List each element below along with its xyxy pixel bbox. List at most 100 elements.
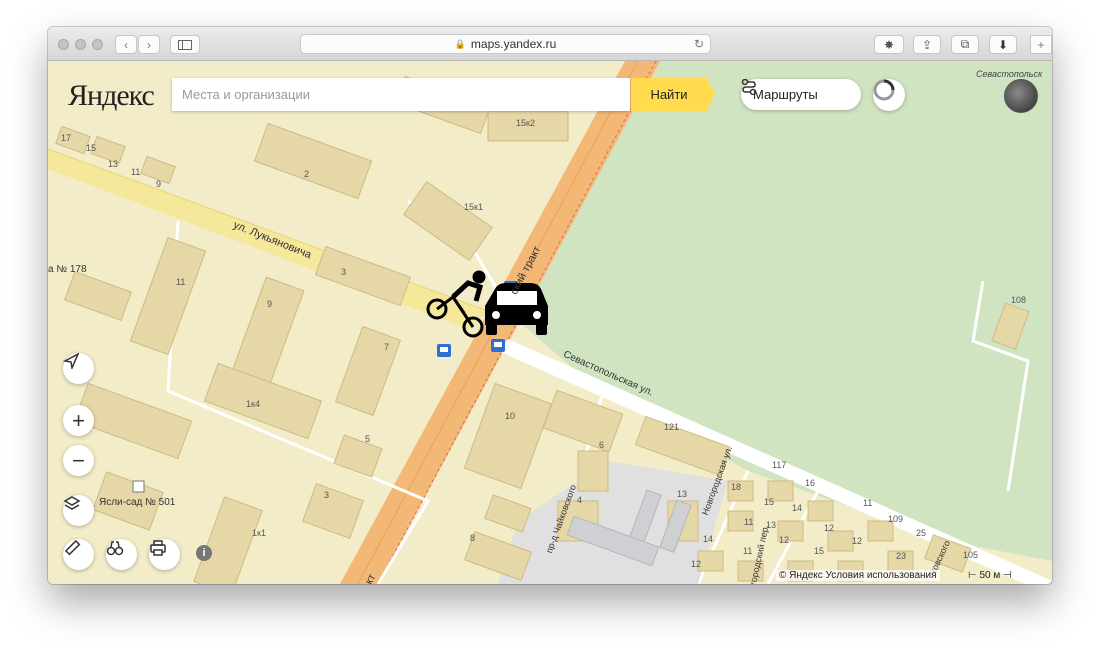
house-number: 15: [764, 497, 775, 507]
panorama-icon: [106, 541, 124, 556]
house-number: 14: [792, 503, 803, 513]
search-placeholder: Места и организации: [182, 87, 310, 102]
house-number: 15к2: [516, 118, 535, 128]
school-label: а № 178: [48, 264, 87, 275]
house-number: 108: [1011, 295, 1027, 305]
logo-text: Яндекс: [68, 79, 155, 112]
browser-window: ‹ › 🔒 maps.yandex.ru ↻ ✸ ⇪ ⧉ ⬇ + 17 15 1…: [48, 27, 1052, 584]
house-number: 11: [743, 546, 753, 556]
new-tab-button[interactable]: +: [1030, 35, 1052, 54]
house-number: 3: [324, 490, 330, 500]
close-window-button[interactable]: [58, 39, 69, 50]
house-number: 12: [852, 536, 863, 546]
house-number: 15к1: [464, 202, 483, 212]
tabs-icon: ⧉: [960, 37, 970, 51]
locate-button[interactable]: [63, 353, 94, 384]
zoom-out-button[interactable]: −: [63, 445, 94, 476]
routes-button[interactable]: Маршруты: [741, 79, 861, 110]
house-number: 117: [772, 460, 787, 470]
attribution[interactable]: © Яндекс Условия использования: [776, 570, 940, 581]
info-button[interactable]: i: [196, 545, 212, 561]
minimize-window-button[interactable]: [75, 39, 86, 50]
ruler-icon: [64, 539, 81, 556]
yandex-logo[interactable]: Яндекс: [68, 79, 155, 113]
street-label: Севастопольск: [976, 69, 1043, 79]
house-number: 12: [779, 535, 790, 545]
zoom-in-icon: +: [72, 407, 85, 433]
house-number: 105: [963, 550, 979, 560]
house-number: 1к4: [246, 399, 260, 409]
house-number: 9: [156, 179, 162, 189]
sidebar-icon: [178, 39, 192, 50]
find-button-label: Найти: [650, 87, 688, 102]
search-input[interactable]: Места и организации: [172, 78, 630, 111]
house-number: 121: [664, 422, 680, 432]
scale-bar: ⊢ 50 м ⊣: [968, 570, 1012, 581]
kindergarten-label: Ясли-сад № 501: [99, 497, 176, 508]
share-button[interactable]: ⇪: [913, 35, 941, 54]
find-button[interactable]: Найти: [631, 78, 715, 111]
bus-stop-icon[interactable]: [491, 339, 505, 352]
traffic-button[interactable]: [873, 79, 905, 111]
zoom-in-button[interactable]: +: [63, 405, 94, 436]
print-button[interactable]: [149, 539, 180, 570]
routes-label: Маршруты: [753, 87, 818, 102]
lock-icon: 🔒: [454, 38, 466, 49]
user-avatar[interactable]: [1004, 79, 1038, 113]
download-icon: ⬇: [997, 37, 1009, 52]
house-number: 5: [365, 434, 371, 444]
house-number: 15: [814, 546, 825, 556]
house-number: 18: [731, 482, 742, 492]
tabs-button[interactable]: ⧉: [951, 35, 979, 54]
layers-button[interactable]: [63, 495, 94, 526]
house-number: 8: [470, 533, 476, 543]
house-number: 13: [677, 489, 688, 499]
house-number: 2: [304, 169, 310, 179]
house-number: 13: [108, 159, 119, 169]
house-number: 16: [805, 478, 816, 488]
address-bar[interactable]: 🔒 maps.yandex.ru ↻: [300, 34, 711, 54]
house-number: 23: [896, 551, 907, 561]
zoom-window-button[interactable]: [92, 39, 103, 50]
url-text: maps.yandex.ru: [470, 37, 557, 51]
house-number: 3: [341, 267, 347, 277]
star-icon: ✸: [883, 37, 895, 52]
map-graphics: [48, 61, 1052, 584]
bus-stop-icon[interactable]: [437, 344, 451, 357]
sidebar-button[interactable]: [170, 35, 200, 54]
house-number: 11: [863, 498, 873, 508]
panorama-button[interactable]: [106, 539, 137, 570]
house-number: 7: [384, 342, 390, 352]
house-number: 11: [176, 277, 186, 287]
house-number: 109: [888, 514, 904, 524]
forward-button[interactable]: ›: [138, 35, 160, 54]
house-number: 11: [744, 517, 754, 527]
downloads-button[interactable]: ⬇: [989, 35, 1017, 54]
print-icon: [150, 540, 166, 556]
house-number: 6: [599, 440, 605, 450]
layers-icon: [63, 496, 81, 510]
ruler-button[interactable]: [63, 539, 94, 570]
zoom-out-icon: −: [72, 447, 85, 473]
info-icon: i: [202, 547, 206, 559]
chevron-left-icon: ‹: [124, 37, 128, 52]
house-number: 25: [916, 528, 927, 538]
traffic-icon: [873, 79, 895, 101]
house-number: 11: [131, 167, 141, 177]
scale-label: 50 м: [979, 570, 1001, 581]
back-button[interactable]: ‹: [115, 35, 137, 54]
house-number: 1к1: [252, 528, 266, 538]
house-number: 10: [505, 411, 516, 421]
house-number: 12: [691, 559, 702, 569]
chevron-right-icon: ›: [147, 37, 151, 52]
house-number: 15: [86, 143, 97, 153]
scale-end-icon: ⊣: [1003, 570, 1012, 581]
locate-icon: [63, 353, 79, 369]
house-number: 9: [267, 299, 273, 309]
extension-button[interactable]: ✸: [874, 35, 904, 54]
house-number: 14: [703, 534, 714, 544]
reload-icon[interactable]: ↻: [694, 37, 704, 51]
browser-toolbar: ‹ › 🔒 maps.yandex.ru ↻ ✸ ⇪ ⧉ ⬇ +: [48, 27, 1052, 61]
house-number: 4: [577, 495, 583, 505]
map-canvas[interactable]: 17 15 13 11 9 2 15к2 15к1 3 11 9 7 1к4 5…: [48, 61, 1052, 584]
